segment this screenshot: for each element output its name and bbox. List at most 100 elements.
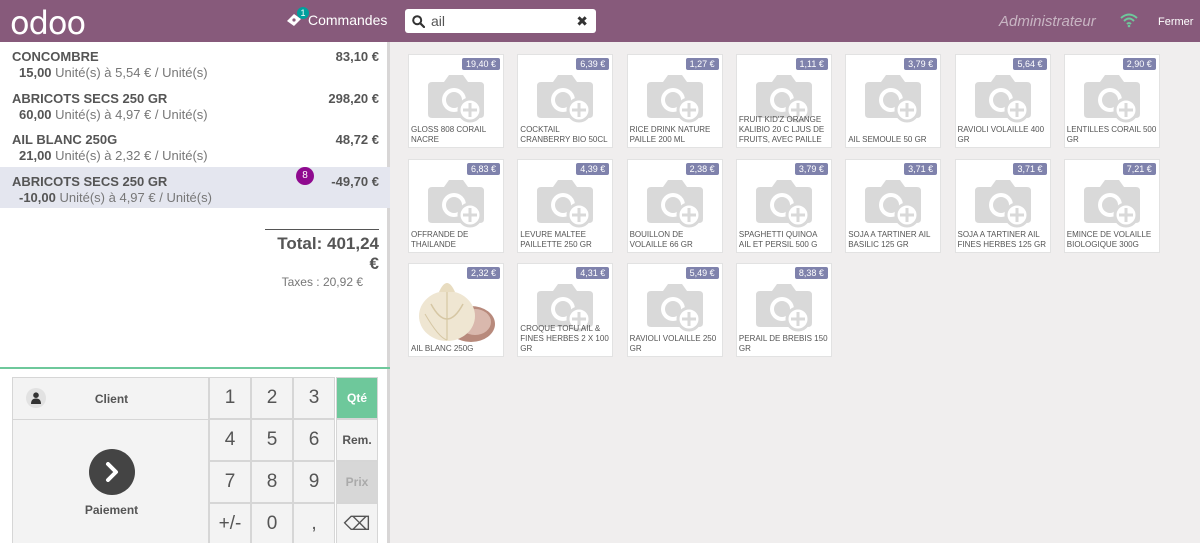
- username: Administrateur: [999, 13, 1096, 30]
- wifi-icon: [1120, 13, 1138, 33]
- odoo-logo: odoo: [10, 4, 86, 42]
- order-line-price: 48,72 €: [335, 132, 379, 147]
- order-line-unit: Unité(s) à 4,97 € / Unité(s): [59, 189, 212, 205]
- camera-plus-icon: [971, 70, 1035, 124]
- payment-button[interactable]: Paiement: [12, 420, 209, 543]
- product-card[interactable]: 2,38 € BOUILLON DE VOLAILLE 66 GR: [626, 158, 723, 253]
- order-line[interactable]: CONCOMBRE 83,10 € 15,00 Unité(s) à 5,54 …: [0, 42, 390, 84]
- order-line-info: 21,00 Unité(s) à 2,32 € / Unité(s): [19, 148, 378, 163]
- order-line-info: 60,00 Unité(s) à 4,97 € / Unité(s): [19, 107, 378, 122]
- order-line-info: -10,00 Unité(s) à 4,97 € / Unité(s): [19, 190, 378, 205]
- product-card[interactable]: 1,11 € FRUIT KID'Z ORANGE KALIBIO 20 C LJ…: [735, 54, 832, 148]
- product-name: BOUILLON DE VOLAILLE 66 GR: [629, 229, 693, 249]
- product-price-tag: 19,40 €: [461, 58, 500, 70]
- camera-plus-icon: [424, 70, 488, 124]
- product-card[interactable]: 2,90 € LENTILLES CORAIL 500 GR: [1063, 54, 1160, 148]
- order-panel: CONCOMBRE 83,10 € 15,00 Unité(s) à 5,54 …: [0, 42, 390, 543]
- numpad-key-0[interactable]: 0: [251, 503, 293, 543]
- product-photo: [409, 274, 503, 346]
- product-card[interactable]: 3,71 € SOJA A TARTINER AIL BASILIC 125 GR: [845, 158, 942, 253]
- numpad-key-2[interactable]: 2: [251, 377, 293, 419]
- mode-quantity-button[interactable]: Qté: [336, 377, 378, 419]
- search-icon: [405, 9, 431, 33]
- order-line-product: ABRICOTS SECS 250 GR: [12, 90, 168, 106]
- order-line-price: -49,70 €: [331, 173, 379, 189]
- mode-discount-button[interactable]: Rem.: [336, 419, 378, 461]
- order-line-selected[interactable]: ABRICOTS SECS 250 GR 8 -49,70 € -10,00 U…: [0, 166, 390, 208]
- numpad-plus-minus[interactable]: +/-: [209, 503, 251, 543]
- product-card[interactable]: 1,27 € RICE DRINK NATURE PAILLE 200 ML: [626, 54, 723, 148]
- order-line-info: 15,00 Unité(s) à 5,54 € / Unité(s): [19, 65, 378, 80]
- product-price-tag: 8,38 €: [794, 267, 828, 279]
- product-grid: 19,40 € GLOSS 808 CORAIL NACRE 6,39 € COCKT…: [393, 42, 1200, 543]
- numpad-key-8[interactable]: 8: [251, 461, 293, 503]
- order-line[interactable]: AIL BLANC 250G 48,72 € 21,00 Unité(s) à …: [0, 125, 390, 167]
- product-card[interactable]: 6,83 € OFFRANDE DE THAILANDE: [408, 158, 504, 253]
- product-price-tag: 3,79 €: [794, 162, 828, 175]
- pad-divider: [0, 367, 390, 369]
- chevron-right-icon: [89, 449, 135, 495]
- product-price-tag: 5,64 €: [1013, 58, 1047, 70]
- product-card[interactable]: 4,39 € LEVURE MALTEE PAILLETTE 250 GR: [517, 158, 614, 253]
- product-card[interactable]: 4,31 € CROQUE TOFU AIL & FINES HERBES 2 X…: [517, 263, 614, 357]
- numpad-key-3[interactable]: 3: [293, 377, 335, 419]
- ticket-icon: 1: [286, 7, 309, 27]
- camera-plus-icon: [752, 279, 816, 333]
- product-name: PERAIL DE BREBIS 150 GR: [738, 334, 828, 353]
- product-card[interactable]: 3,71 € SOJA A TARTINER AIL FINES HERBES 1…: [954, 158, 1051, 253]
- client-label: Client: [94, 391, 129, 406]
- product-price-tag: 7,21 €: [1122, 162, 1156, 175]
- product-name: AIL SEMOULE 50 GR: [848, 135, 927, 144]
- order-line-product: ABRICOTS SECS 250 GR: [12, 173, 168, 189]
- product-name: RAVIOLI VOLAILLE 400 GR: [957, 125, 1045, 144]
- camera-plus-icon: [533, 70, 597, 124]
- close-button[interactable]: Fermer: [1158, 16, 1193, 28]
- order-line[interactable]: ABRICOTS SECS 250 GR 298,20 € 60,00 Unit…: [0, 84, 390, 126]
- product-price-tag: 3,71 €: [1013, 162, 1047, 175]
- product-name: SOJA A TARTINER AIL FINES HERBES 125 GR: [957, 229, 1046, 249]
- orders-label: Commandes: [308, 12, 388, 28]
- order-line-qty: 15,00: [19, 65, 52, 80]
- numpad-key-7[interactable]: 7: [209, 461, 251, 503]
- camera-plus-icon: [752, 175, 816, 229]
- product-card[interactable]: 2,32 € AIL BLANC 250G: [408, 263, 504, 357]
- numpad-decimal[interactable]: ,: [293, 503, 335, 543]
- numpad-key-5[interactable]: 5: [251, 419, 293, 461]
- backspace-icon[interactable]: ⌫: [336, 503, 378, 543]
- clear-search-icon[interactable]: ✖: [576, 13, 588, 30]
- product-price-tag: 3,79 €: [904, 58, 938, 70]
- product-name: OFFRANDE DE THAILANDE: [411, 229, 469, 249]
- camera-plus-icon: [1080, 70, 1144, 124]
- client-button[interactable]: Client: [12, 377, 209, 420]
- product-name: CROQUE TOFU AIL & FINES HERBES 2 X 100 G…: [520, 324, 609, 353]
- product-card[interactable]: 8,38 € PERAIL DE BREBIS 150 GR: [735, 263, 832, 357]
- order-lines: CONCOMBRE 83,10 € 15,00 Unité(s) à 5,54 …: [0, 42, 390, 367]
- numpad-key-4[interactable]: 4: [209, 419, 251, 461]
- numpad-key-6[interactable]: 6: [293, 419, 335, 461]
- orders-button[interactable]: 1 Commandes: [286, 7, 388, 28]
- product-price-tag: 4,39 €: [576, 162, 610, 175]
- product-price-tag: 6,83 €: [466, 162, 500, 175]
- product-card[interactable]: 3,79 € SPAGHETTI QUINOA AIL ET PERSIL 500…: [735, 158, 832, 253]
- product-card[interactable]: 6,39 € COCKTAIL CRANBERRY BIO 50CL: [517, 54, 614, 148]
- product-name: GLOSS 808 CORAIL NACRE: [411, 125, 486, 144]
- numpad-key-9[interactable]: 9: [293, 461, 335, 503]
- numpad-key-1[interactable]: 1: [209, 377, 251, 419]
- mode-price-button[interactable]: Prix: [336, 461, 378, 503]
- product-name: RAVIOLI VOLAILLE 250 GR: [629, 334, 717, 353]
- product-card[interactable]: 19,40 € GLOSS 808 CORAIL NACRE: [408, 54, 504, 148]
- product-card[interactable]: 5,49 € RAVIOLI VOLAILLE 250 GR: [626, 263, 723, 357]
- product-search[interactable]: ✖: [405, 9, 596, 33]
- search-input[interactable]: [431, 13, 561, 29]
- camera-plus-icon: [643, 175, 707, 229]
- product-card[interactable]: 5,64 € RAVIOLI VOLAILLE 400 GR: [954, 54, 1051, 148]
- product-card[interactable]: 7,21 € EMINCE DE VOLAILLE BIOLOGIQUE 300G: [1063, 158, 1160, 253]
- order-line-unit: Unité(s) à 4,97 € / Unité(s): [55, 106, 208, 122]
- product-name: AIL BLANC 250G: [411, 344, 474, 353]
- order-total: Total: 401,24 €: [277, 234, 379, 273]
- product-name: COCKTAIL CRANBERRY BIO 50CL: [520, 125, 608, 144]
- product-card[interactable]: 3,79 € AIL SEMOULE 50 GR: [845, 54, 942, 148]
- order-line-unit: Unité(s) à 5,54 € / Unité(s): [55, 65, 208, 80]
- camera-plus-icon: [643, 279, 707, 333]
- product-name: SOJA A TARTINER AIL BASILIC 125 GR: [848, 229, 931, 249]
